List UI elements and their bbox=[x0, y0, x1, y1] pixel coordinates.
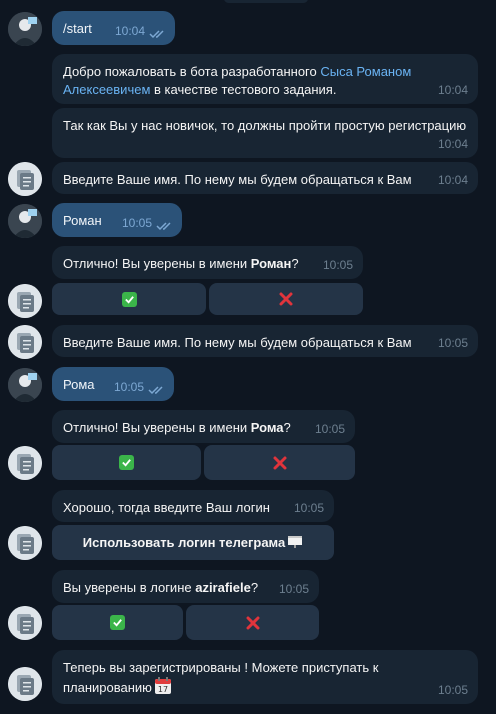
reject-button[interactable] bbox=[186, 605, 319, 640]
message-incoming[interactable]: Введите Ваше имя. По нему мы будем обращ… bbox=[52, 162, 478, 194]
message-incoming[interactable]: Хорошо, тогда введите Ваш логин 10:05 bbox=[52, 490, 334, 522]
message-time: 10:04 bbox=[437, 83, 468, 97]
message-outgoing[interactable]: Рома 10:05 bbox=[52, 367, 174, 401]
message-incoming[interactable]: Вы уверены в логине azirafiele? 10:05 bbox=[52, 570, 319, 603]
message-text: /start bbox=[63, 21, 92, 36]
message-time: 10:04 bbox=[114, 24, 145, 38]
bot-avatar[interactable] bbox=[8, 325, 42, 359]
message-outgoing[interactable]: Роман 10:05 bbox=[52, 203, 182, 237]
previous-message-stub bbox=[224, 0, 308, 3]
message-text: Роман bbox=[63, 213, 102, 228]
read-receipt-icon bbox=[156, 222, 171, 231]
read-receipt-icon bbox=[149, 30, 164, 39]
read-receipt-icon bbox=[148, 386, 163, 395]
message-text: Теперь вы зарегистрированы ! Можете прис… bbox=[63, 660, 378, 695]
message-time: 10:04 bbox=[437, 173, 468, 187]
bot-avatar[interactable] bbox=[8, 162, 42, 196]
user-avatar[interactable] bbox=[8, 368, 42, 402]
message-text: Отлично! Вы уверены в имени Рома? bbox=[63, 420, 291, 435]
message-text: Рома bbox=[63, 377, 95, 392]
message-text: Введите Ваше имя. По нему мы будем обращ… bbox=[63, 172, 412, 187]
check-mark-icon bbox=[110, 615, 125, 630]
bot-avatar[interactable] bbox=[8, 526, 42, 560]
message-text: Добро пожаловать в бота разработанного С… bbox=[63, 64, 412, 97]
confirm-button[interactable] bbox=[52, 605, 183, 640]
check-mark-icon bbox=[119, 455, 134, 470]
check-mark-icon bbox=[121, 291, 137, 307]
message-incoming[interactable]: Отлично! Вы уверены в имени Рома? 10:05 bbox=[52, 410, 355, 443]
message-time: 10:05 bbox=[314, 422, 345, 436]
message-text: Хорошо, тогда введите Ваш логин bbox=[63, 500, 270, 515]
message-text: Введите Ваше имя. По нему мы будем обращ… bbox=[63, 335, 412, 350]
message-time: 10:04 bbox=[437, 137, 468, 151]
use-telegram-login-button[interactable]: Использовать логин телеграма bbox=[52, 525, 334, 560]
message-incoming[interactable]: Теперь вы зарегистрированы ! Можете прис… bbox=[52, 650, 478, 704]
message-time: 10:05 bbox=[293, 501, 324, 515]
message-outgoing[interactable]: /start 10:04 bbox=[52, 11, 175, 45]
memo-icon bbox=[287, 534, 303, 551]
bot-avatar[interactable] bbox=[8, 606, 42, 640]
message-incoming[interactable]: Отлично! Вы уверены в имени Роман? 10:05 bbox=[52, 246, 363, 279]
message-incoming[interactable]: Так как Вы у нас новичок, то должны прой… bbox=[52, 108, 478, 158]
message-time: 10:05 bbox=[437, 683, 468, 697]
confirm-button[interactable] bbox=[52, 445, 201, 480]
bot-avatar[interactable] bbox=[8, 284, 42, 318]
cross-mark-icon bbox=[272, 455, 288, 471]
user-avatar[interactable] bbox=[8, 12, 42, 46]
cross-mark-icon bbox=[278, 291, 294, 307]
reject-button[interactable] bbox=[204, 445, 355, 480]
message-time: 10:05 bbox=[437, 336, 468, 350]
message-text: Вы уверены в логине azirafiele? bbox=[63, 580, 259, 595]
message-incoming[interactable]: Введите Ваше имя. По нему мы будем обращ… bbox=[52, 325, 478, 357]
confirm-button[interactable] bbox=[52, 283, 206, 315]
reject-button[interactable] bbox=[209, 283, 363, 315]
cross-mark-icon bbox=[245, 615, 261, 631]
message-time: 10:05 bbox=[322, 258, 353, 272]
message-text: Отлично! Вы уверены в имени Роман? bbox=[63, 256, 299, 271]
message-incoming[interactable]: Добро пожаловать в бота разработанного С… bbox=[52, 54, 478, 104]
message-time: 10:05 bbox=[113, 380, 144, 394]
message-time: 10:05 bbox=[121, 216, 152, 230]
calendar-icon: 17 bbox=[154, 677, 172, 700]
svg-text:17: 17 bbox=[158, 685, 168, 694]
bot-avatar[interactable] bbox=[8, 667, 42, 701]
user-avatar[interactable] bbox=[8, 204, 42, 238]
message-text: Так как Вы у нас новичок, то должны прой… bbox=[63, 118, 467, 133]
bot-avatar[interactable] bbox=[8, 446, 42, 480]
message-time: 10:05 bbox=[278, 582, 309, 596]
button-label: Использовать логин телеграма bbox=[82, 535, 286, 550]
